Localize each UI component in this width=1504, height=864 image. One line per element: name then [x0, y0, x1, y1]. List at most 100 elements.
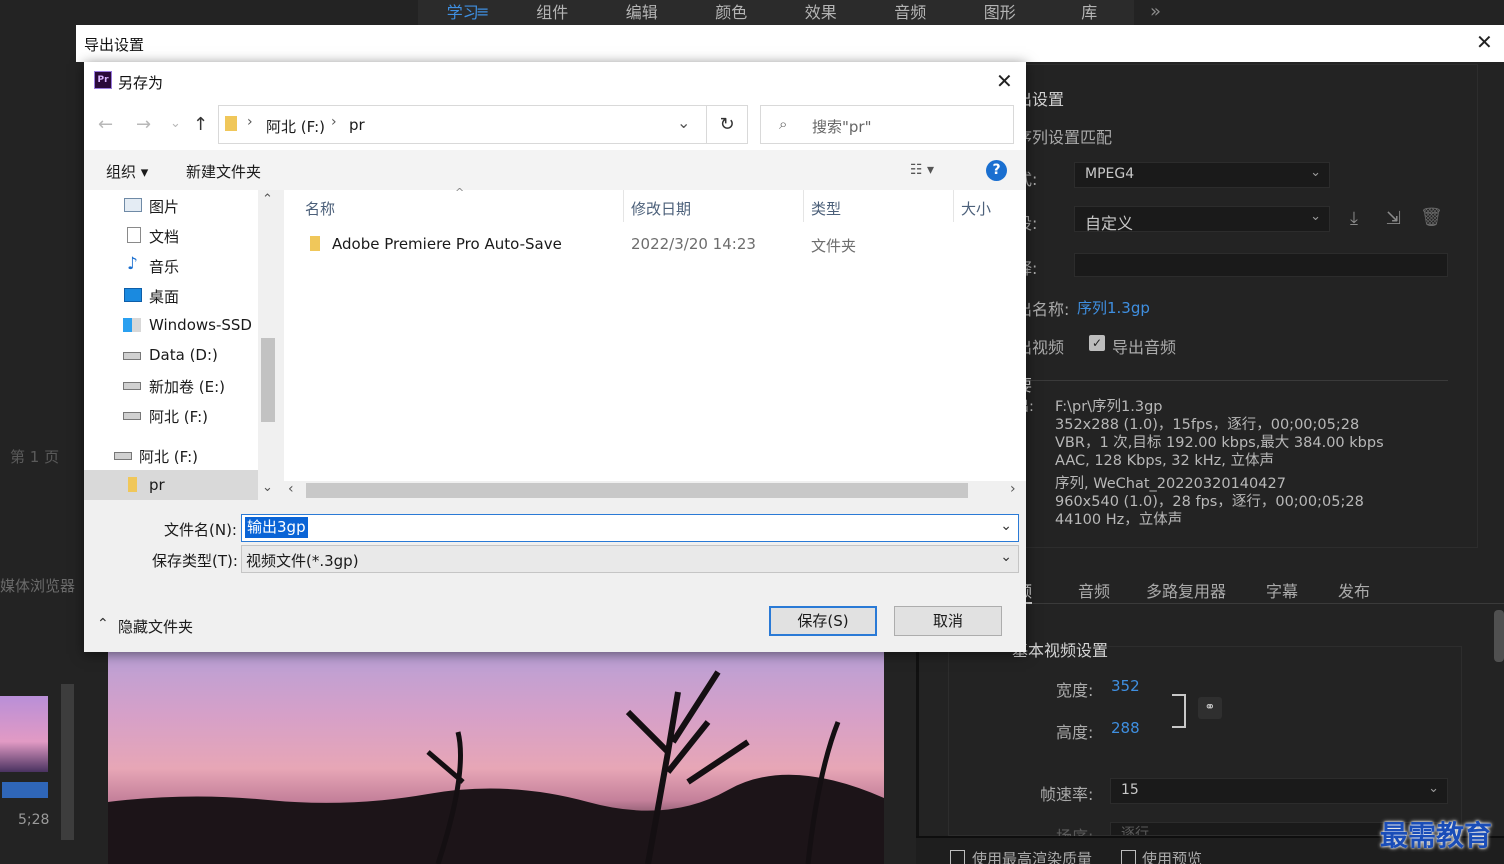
- column-type[interactable]: 类型: [811, 198, 841, 219]
- use-preview-checkbox[interactable]: [1121, 850, 1136, 864]
- new-folder-button[interactable]: 新建文件夹: [186, 161, 261, 182]
- link-icon[interactable]: ⚭: [1198, 697, 1222, 719]
- nav-item-windows-ssd[interactable]: Windows-SSD (: [149, 316, 263, 334]
- filetype-select[interactable]: 视频文件(*.3gp) ⌄: [241, 545, 1019, 573]
- import-preset-icon[interactable]: ⇲: [1386, 208, 1401, 229]
- breadcrumb-drive[interactable]: 阿北 (F:): [266, 116, 325, 137]
- nav-scroll-thumb[interactable]: [261, 338, 275, 422]
- source-line: 序列, WeChat_20220320140427: [1055, 476, 1286, 492]
- search-icon: ⌕: [779, 115, 788, 133]
- tab-color[interactable]: 颜色: [687, 0, 777, 25]
- scrollbar[interactable]: [1494, 610, 1504, 662]
- scroll-left-icon[interactable]: ‹: [288, 481, 294, 497]
- help-icon[interactable]: ?: [986, 160, 1007, 181]
- recent-chevron-icon[interactable]: ⌄: [170, 116, 181, 131]
- tab-publish[interactable]: 发布: [1338, 578, 1370, 602]
- column-modified[interactable]: 修改日期: [631, 198, 691, 219]
- column-name[interactable]: 名称: [305, 198, 335, 219]
- output-name-link[interactable]: 序列1.3gp: [1077, 297, 1150, 318]
- nav-item-abei-f[interactable]: 阿北 (F:): [149, 406, 208, 427]
- nav-item-data-d[interactable]: Data (D:): [149, 346, 218, 364]
- max-quality-checkbox[interactable]: [950, 850, 965, 864]
- filename-input[interactable]: ⌄: [241, 514, 1019, 542]
- column-separator: [623, 190, 624, 222]
- horizontal-scroll-thumb[interactable]: [306, 483, 968, 498]
- dialog-title: 另存为: [118, 74, 164, 92]
- save-button[interactable]: 保存(S): [769, 606, 877, 636]
- column-separator: [953, 190, 954, 222]
- windows-drive-icon: [123, 318, 141, 332]
- tab-audio-settings[interactable]: 音频: [1078, 578, 1110, 602]
- export-close-icon[interactable]: ✕: [1476, 30, 1493, 54]
- nav-item-volume-e[interactable]: 新加卷 (E:): [149, 376, 225, 397]
- tab-captions[interactable]: 字幕: [1266, 578, 1298, 602]
- tab-effects[interactable]: 效果: [776, 0, 866, 25]
- dialog-close-icon[interactable]: ✕: [996, 69, 1013, 93]
- file-name: Adobe Premiere Pro Auto-Save: [332, 235, 562, 253]
- breadcrumb-folder[interactable]: pr: [349, 116, 365, 134]
- export-titlebar: [76, 25, 1504, 62]
- address-dropdown-icon[interactable]: ⌄: [677, 113, 690, 132]
- nav-item-pr[interactable]: pr: [149, 476, 165, 494]
- preset-select[interactable]: 自定义 ⌄: [1074, 206, 1330, 233]
- more-workspaces-icon[interactable]: »: [1150, 1, 1161, 22]
- export-audio-checkbox[interactable]: ✓: [1089, 335, 1105, 351]
- search-input[interactable]: ⌕ 搜索"pr": [760, 105, 1014, 144]
- address-bar[interactable]: › 阿北 (F:) › pr ⌄: [218, 105, 748, 144]
- up-arrow-icon[interactable]: ↑: [193, 114, 208, 135]
- save-preset-icon[interactable]: ⤓: [1350, 208, 1358, 229]
- video-preview: [108, 652, 884, 864]
- tab-libraries[interactable]: 库: [1045, 0, 1135, 25]
- panel-divider: [916, 640, 919, 864]
- scroll-up-icon[interactable]: ⌃: [262, 192, 273, 207]
- breadcrumb-sep-icon: ›: [247, 114, 253, 130]
- column-separator: [803, 190, 804, 222]
- nav-item-desktop[interactable]: 桌面: [149, 286, 179, 307]
- height-label: 高度:: [1056, 723, 1094, 742]
- workspace-menu-icon[interactable]: ≡: [476, 2, 489, 21]
- nav-item-documents[interactable]: 文档: [149, 226, 179, 247]
- tab-assembly[interactable]: 组件: [508, 0, 598, 25]
- nav-item-pictures[interactable]: 图片: [149, 196, 179, 217]
- tab-learn[interactable]: 学习: [418, 0, 508, 25]
- filetype-label: 保存类型(T):: [152, 552, 238, 570]
- link-bracket: [1172, 694, 1186, 728]
- tab-editing[interactable]: 编辑: [597, 0, 687, 25]
- tab-audio[interactable]: 音频: [866, 0, 956, 25]
- export-title: 导出设置: [84, 36, 145, 54]
- organize-button[interactable]: 组织 ▾: [106, 161, 148, 182]
- watermark-logo: 最需教育: [1380, 819, 1493, 852]
- fps-select[interactable]: 15 ⌄: [1110, 778, 1448, 804]
- format-select[interactable]: MPEG4 ⌄: [1074, 162, 1330, 188]
- hide-folders-toggle[interactable]: 隐藏文件夹: [118, 616, 193, 637]
- folder-icon: [225, 116, 237, 131]
- width-value[interactable]: 352: [1111, 677, 1140, 695]
- comment-input[interactable]: [1074, 253, 1448, 277]
- back-arrow-icon[interactable]: ←: [98, 114, 113, 135]
- clip-thumbnail[interactable]: [61, 684, 74, 840]
- clip-thumbnail[interactable]: [0, 696, 48, 772]
- scroll-down-icon[interactable]: ⌄: [262, 480, 273, 495]
- tab-graphics[interactable]: 图形: [955, 0, 1045, 25]
- basic-video-header: 基本视频设置: [1012, 641, 1109, 660]
- chevron-up-icon[interactable]: ⌃: [97, 616, 109, 632]
- pictures-icon: [124, 198, 142, 212]
- delete-preset-icon[interactable]: 🗑: [1420, 207, 1443, 228]
- nav-item-music[interactable]: 音乐: [149, 256, 179, 277]
- column-size[interactable]: 大小: [961, 198, 991, 219]
- output-summary: F:\pr\序列1.3gp 352x288 (1.0)，15fps，逐行，00;…: [1055, 398, 1384, 470]
- refresh-icon[interactable]: ↻: [706, 105, 748, 144]
- nav-item-abei-f-root[interactable]: 阿北 (F:): [139, 446, 198, 467]
- media-browser-tab[interactable]: 媒体浏览器: [0, 575, 75, 596]
- tab-multiplexer[interactable]: 多路复用器: [1146, 578, 1226, 602]
- view-options-icon[interactable]: ☷ ▾: [910, 162, 934, 178]
- preview-silhouette: [108, 670, 884, 864]
- forward-arrow-icon[interactable]: →: [136, 114, 151, 135]
- filename-dropdown-icon[interactable]: ⌄: [1000, 518, 1012, 534]
- scroll-right-icon[interactable]: ›: [1010, 481, 1016, 497]
- height-value[interactable]: 288: [1111, 719, 1140, 737]
- cancel-button[interactable]: 取消: [894, 606, 1002, 636]
- source-summary: 序列, WeChat_20220320140427 960x540 (1.0)，…: [1055, 475, 1364, 529]
- max-quality-label: 使用最高渲染质量: [972, 850, 1093, 864]
- basic-video-panel: [948, 646, 1462, 836]
